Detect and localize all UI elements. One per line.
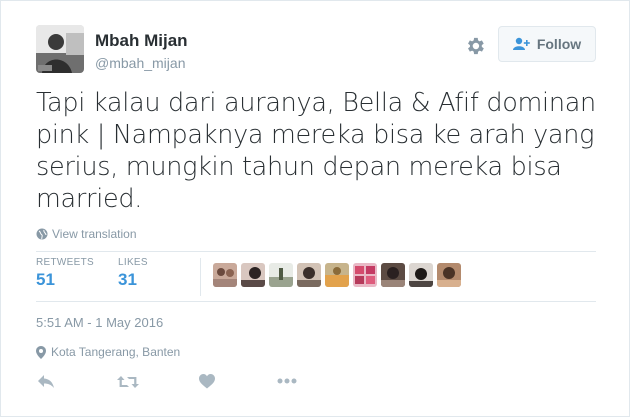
liker-avatar[interactable] (213, 263, 237, 287)
divider (36, 301, 596, 302)
gear-icon[interactable] (464, 35, 486, 57)
follow-label: Follow (536, 36, 582, 52)
retweets-count: 51 (36, 270, 55, 289)
divider (36, 251, 596, 252)
view-translation-label: View translation (52, 227, 137, 241)
likes-count: 31 (118, 270, 137, 289)
follow-button[interactable]: Follow (498, 26, 596, 62)
retweet-icon[interactable] (117, 375, 139, 389)
location[interactable]: Kota Tangerang, Banten (36, 345, 180, 359)
stats-separator (200, 258, 201, 296)
map-pin-icon (36, 345, 46, 359)
view-translation-link[interactable]: View translation (36, 227, 137, 241)
user-name[interactable]: Mbah Mijan (95, 31, 188, 51)
more-icon[interactable] (277, 378, 297, 384)
retweets-stat[interactable]: RETWEETS 51 (36, 257, 94, 290)
reply-icon[interactable] (37, 374, 55, 389)
likes-stat[interactable]: LIKES 31 (118, 257, 148, 290)
liker-avatar[interactable] (241, 263, 265, 287)
likes-label: LIKES (118, 257, 148, 268)
liker-avatar[interactable] (325, 263, 349, 287)
location-label: Kota Tangerang, Banten (51, 345, 181, 359)
liker-avatar[interactable] (409, 263, 433, 287)
likers-avatars (213, 263, 461, 287)
tweet-actions (1, 372, 630, 392)
heart-icon[interactable] (199, 374, 215, 389)
liker-avatar[interactable] (381, 263, 405, 287)
add-user-icon (512, 37, 530, 50)
avatar[interactable] (36, 25, 84, 73)
tweet-card: Mbah Mijan @mbah_mijan Follow Tapi kalau… (0, 0, 630, 417)
globe-icon (36, 228, 48, 240)
liker-avatar[interactable] (269, 263, 293, 287)
tweet-text: Tapi kalau dari auranya, Bella & Afif do… (36, 88, 596, 214)
user-handle[interactable]: @mbah_mijan (95, 55, 185, 71)
timestamp[interactable]: 5:51 AM - 1 May 2016 (36, 315, 163, 330)
retweets-label: RETWEETS (36, 257, 94, 268)
liker-avatar[interactable] (297, 263, 321, 287)
liker-avatar[interactable] (353, 263, 377, 287)
liker-avatar[interactable] (437, 263, 461, 287)
